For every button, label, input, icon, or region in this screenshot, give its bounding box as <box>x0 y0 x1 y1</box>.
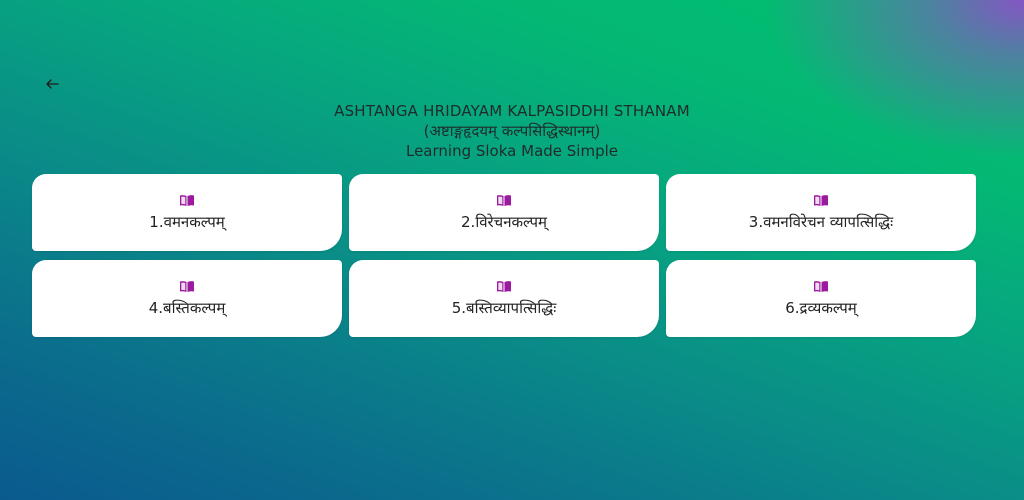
chapter-label: 6.द्रव्यकल्पम् <box>785 299 857 317</box>
open-book-icon <box>497 195 511 206</box>
chapter-label: 4.बस्तिकल्पम् <box>148 299 226 317</box>
open-book-icon <box>180 195 194 206</box>
chapter-label: 3.वमनविरेचन व्यापत्सिद्धिः <box>748 213 894 231</box>
chapter-card-5[interactable]: 5.बस्तिव्यापत्सिद्धिः <box>349 260 659 337</box>
chapter-label: 1.वमनकल्पम् <box>149 213 225 231</box>
chapter-card-4[interactable]: 4.बस्तिकल्पम् <box>32 260 342 337</box>
open-book-icon <box>497 281 511 292</box>
chapter-card-1[interactable]: 1.वमनकल्पम् <box>32 174 342 251</box>
chapter-card-6[interactable]: 6.द्रव्यकल्पम् <box>666 260 976 337</box>
open-book-icon <box>814 195 828 206</box>
open-book-icon <box>180 281 194 292</box>
chapter-grid: 1.वमनकल्पम् 2.विरेचनकल्पम् 3.वमनविरेचन व… <box>32 174 976 337</box>
chapter-card-2[interactable]: 2.विरेचनकल्पम् <box>349 174 659 251</box>
open-book-icon <box>814 281 828 292</box>
page-subtitle-sanskrit: (अष्टाङ्गहृदयम् कल्पसिद्धिस्थानम्) <box>423 122 601 140</box>
arrow-left-icon <box>46 79 59 89</box>
chapter-card-3[interactable]: 3.वमनविरेचन व्यापत्सिद्धिः <box>666 174 976 251</box>
chapter-label: 2.विरेचनकल्पम् <box>461 213 547 231</box>
back-button[interactable] <box>38 70 66 98</box>
chapter-label: 5.बस्तिव्यापत्सिद्धिः <box>451 299 557 317</box>
page-tagline: Learning Sloka Made Simple <box>405 142 618 160</box>
page-header: ASHTANGA HRIDAYAM KALPASIDDHI STHANAM (अ… <box>0 101 1024 161</box>
page-title: ASHTANGA HRIDAYAM KALPASIDDHI STHANAM <box>334 102 690 120</box>
